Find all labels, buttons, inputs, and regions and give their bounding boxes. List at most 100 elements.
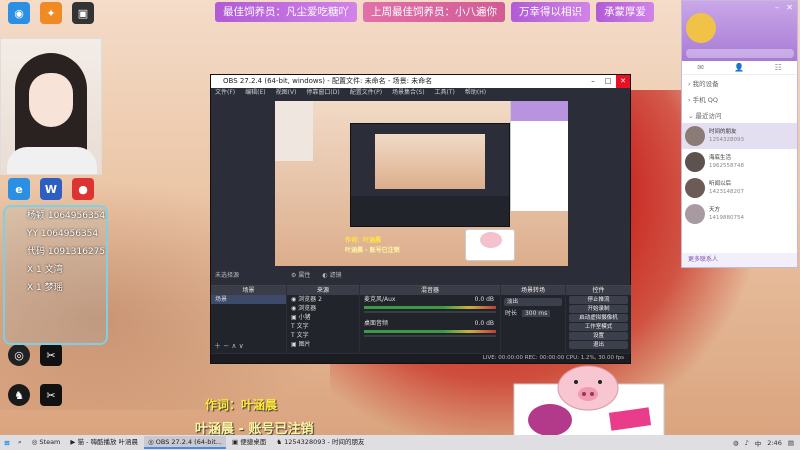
notification-icon[interactable]: ▤ [788,439,794,447]
chat-bubble-icon[interactable]: ✉ [697,63,704,72]
volume-icon[interactable]: ♪ [745,439,749,447]
mixer-channel-db: 0.0 dB [474,320,494,327]
obs-status-bar: LIVE: 00:00:00 REC: 00:00:00 CPU: 1.2%, … [211,354,630,363]
contact-item[interactable]: 海底生活 1962558748 [682,149,797,175]
search-input[interactable] [686,49,794,58]
contact-item[interactable]: 时间的朋友 1254328093 [682,123,797,149]
group-icon[interactable]: ☷ [775,63,782,72]
qq-panel[interactable]: – ✕ ✉ 👤 ☷ › 我的设备 › 手机 QQ ⌄ 最近访问 时间的朋友 125… [681,0,798,268]
taskbar-item[interactable]: ◎ OBS 27.2.4 (64-bit... [144,436,226,449]
properties-button[interactable]: ⚙ 属性 [291,271,310,281]
capcut-icon: ✂ [40,344,62,366]
obs-window[interactable]: OBS 27.2.4 (64-bit, windows) - 配置文件: 未命名… [210,74,631,364]
chrome-icon: ● [72,178,94,200]
obs-titlebar[interactable]: OBS 27.2.4 (64-bit, windows) - 配置文件: 未命名… [211,75,630,88]
chat-line: X 1 文湾 [27,265,63,275]
qq-bottom-bar[interactable]: 更多联系人 [682,253,797,267]
desktop-icon-capcut[interactable]: ✂ [36,344,66,368]
start-recording-button[interactable]: 开始录制 [569,305,628,313]
volume-meter [364,330,496,333]
preview-pig-sticker [465,229,515,261]
chat-line: YY 1064956354 [27,229,99,239]
volume-slider[interactable] [364,311,496,313]
maximize-button[interactable]: □ [601,75,615,88]
taskbar-item[interactable]: ▣ 便捷桌面 [228,436,270,449]
language-indicator[interactable]: 中 [755,438,762,448]
source-item[interactable]: ◉ 浏览器 [287,304,359,313]
source-item[interactable]: T 文字 [287,331,359,340]
filters-button[interactable]: ◐ 滤镜 [322,271,341,281]
close-icon[interactable]: ✕ [786,3,793,12]
source-item[interactable]: ▣ 小猪 [287,313,359,322]
menu-help[interactable]: 帮助(H) [465,88,486,98]
network-icon[interactable]: ◍ [733,439,739,447]
menu-view[interactable]: 视图(V) [276,88,297,98]
taskbar-item[interactable]: ◎ Steam [28,436,65,449]
system-tray: ◍ ♪ 中 2:46 ▤ [733,438,800,448]
scene-add-remove-buttons[interactable]: ＋ − ∧ ∨ [214,341,244,351]
transition-type-select[interactable]: 淡出 [504,298,562,306]
mixer-header: 混音器 [360,286,500,295]
minimize-button[interactable]: – [586,75,600,88]
virtual-camera-button[interactable]: 启动虚拟摄像机 [569,314,628,322]
menu-scene-collection[interactable]: 场景集合(S) [392,88,425,98]
windows-start-icon[interactable]: ⊞ [0,435,14,450]
desktop-icon-3[interactable]: ▣ [68,2,98,26]
banner-item-2: 上周最佳饲养员：小八遍你 [363,2,505,22]
menu-tools[interactable]: 工具(T) [435,88,455,98]
obs-title: OBS 27.2.4 (64-bit, windows) - 配置文件: 未命名… [223,77,433,85]
close-button[interactable]: ✕ [616,75,630,88]
contact-item[interactable]: 天方 1419880754 [682,201,797,227]
desktop-icon-4[interactable]: e [4,178,34,202]
webcam-feed [0,38,102,175]
person-icon[interactable]: 👤 [734,63,744,72]
transitions-dock: 场景转场 淡出 时长 300 ms [501,285,565,353]
app-icon-blue: ◉ [8,2,30,24]
qq-section[interactable]: ⌄ 最近访问 [682,107,797,123]
desktop-icon-1[interactable]: ◉ [4,2,34,26]
minimize-icon[interactable]: – [775,3,779,12]
clock[interactable]: 2:46 [767,439,782,447]
scenes-dock: 场景 场景 ＋ − ∧ ∨ [211,285,286,353]
desktop-icon-obs[interactable]: ◎ [4,344,34,368]
desktop-icon-capcut2[interactable]: ✂ [36,384,66,408]
avatar[interactable] [686,13,716,43]
banner-item-1: 最佳饲养员：凡尘爱吃糖吖 [215,2,357,22]
desktop-icon-2[interactable]: ✦ [36,2,66,26]
desktop-icon-6[interactable]: ● [68,178,98,202]
source-item[interactable]: T 文字 [287,322,359,331]
source-item[interactable]: ▣ 图片 [287,340,359,349]
chat-overlay: 杨颖 1064956354 YY 1064956354 代码 109131627… [3,205,108,345]
menu-docks[interactable]: 停靠窗口(D) [306,88,339,98]
scene-item[interactable]: 场景 [211,295,286,304]
taskbar-item[interactable]: ♞ 1254328093 - 时间的朋友 [272,436,368,449]
contact-item[interactable]: 听闻以后 1423148207 [682,175,797,201]
taskbar-search-icon[interactable]: ⌕ [14,436,26,449]
source-item[interactable]: ◉ 浏览器 2 [287,295,359,304]
transition-duration-input[interactable]: 300 ms [521,310,551,317]
chat-line: X 1 梦瑶 [27,283,63,293]
stop-streaming-button[interactable]: 停止推流 [569,296,628,304]
taskbar-item[interactable]: ▶ 猫 - 嗨酷播放 叶涵晨 [66,436,142,449]
no-source-label: 未选择源 [215,272,240,279]
volume-slider[interactable] [364,335,496,337]
stream-banner: 最佳饲养员：凡尘爱吃糖吖 上周最佳饲养员：小八遍你 万幸得以相识 承蒙厚爱 [215,2,654,22]
exit-button[interactable]: 退出 [569,341,628,349]
volume-meter [364,306,496,309]
transition-duration: 时长 300 ms [501,309,565,318]
qq-section[interactable]: › 我的设备 [682,75,797,91]
preview-lyric-2: 叶涵晨 - 账号已注销 [345,247,400,254]
desktop-icon-5[interactable]: W [36,178,66,202]
menu-profile[interactable]: 配置文件(P) [350,88,382,98]
qq-section[interactable]: › 手机 QQ [682,91,797,107]
desktop-icon-qq[interactable]: ♞ [4,384,34,408]
menu-file[interactable]: 文件(F) [215,88,235,98]
settings-button[interactable]: 设置 [569,332,628,340]
audio-mixer-dock: 混音器 麦克风/Aux 0.0 dB 桌面音频 0.0 dB [360,285,500,353]
obs-preview[interactable]: 作词：叶涵晨 叶涵晨 - 账号已注销 [275,101,568,266]
menu-edit[interactable]: 编辑(E) [245,88,265,98]
mixer-channel: 麦克风/Aux 0.0 dB [360,295,500,304]
controls-dock: 控件 停止推流 开始录制 启动虚拟摄像机 工作室模式 设置 退出 [566,285,631,353]
contact-avatar [685,178,705,198]
studio-mode-button[interactable]: 工作室模式 [569,323,628,331]
